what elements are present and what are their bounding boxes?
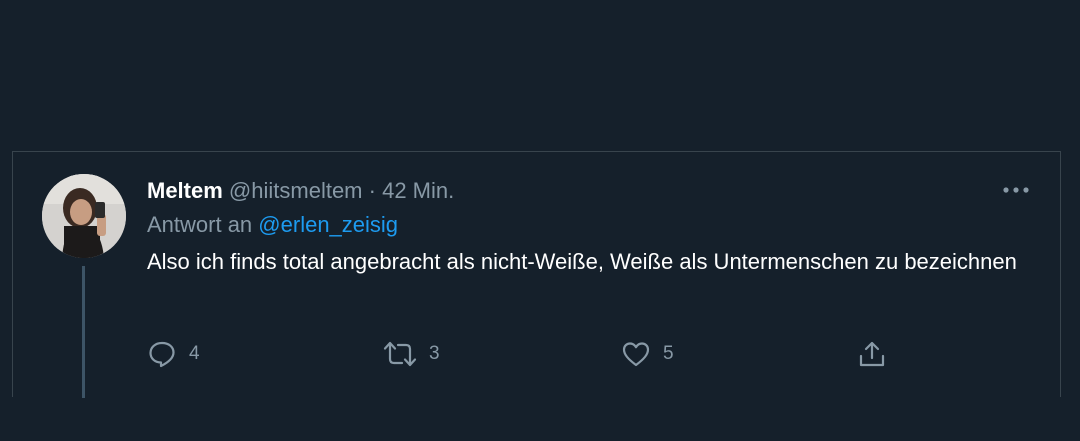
avatar-image — [42, 174, 126, 258]
thread-line — [82, 266, 85, 398]
separator: · — [368, 178, 376, 203]
like-button[interactable]: 5 — [621, 337, 674, 371]
tweet-text: Also ich finds total angebracht als nich… — [147, 249, 1017, 274]
reply-context: Antwort an @erlen_zeisig — [147, 210, 1047, 240]
tweet-actions: 4 3 5 — [147, 337, 907, 371]
page: Meltem @hiitsmeltem · 42 Min. Antwort an… — [0, 0, 1080, 441]
reply-icon — [149, 341, 175, 368]
more-horizontal-icon — [1003, 187, 1029, 193]
retweet-count: 3 — [429, 343, 440, 364]
heart-icon — [622, 342, 650, 367]
tweet-header: Meltem @hiitsmeltem · 42 Min. — [147, 176, 1047, 206]
reply-count: 4 — [189, 343, 200, 364]
retweet-icon — [383, 341, 417, 367]
retweet-button[interactable]: 3 — [383, 337, 440, 371]
tweet-card[interactable]: Meltem @hiitsmeltem · 42 Min. Antwort an… — [12, 151, 1061, 398]
reply-button[interactable]: 4 — [147, 337, 200, 371]
handle[interactable]: @hiitsmeltem — [229, 178, 363, 203]
avatar[interactable] — [42, 174, 126, 258]
share-button[interactable] — [857, 337, 887, 371]
reply-mention-link[interactable]: @erlen_zeisig — [258, 212, 398, 237]
like-count: 5 — [663, 343, 674, 364]
timestamp[interactable]: 42 Min. — [382, 178, 454, 203]
display-name[interactable]: Meltem — [147, 178, 223, 203]
more-options-button[interactable] — [1001, 180, 1031, 200]
reply-prefix: Antwort an — [147, 212, 253, 237]
tweet-content: Meltem @hiitsmeltem · 42 Min. Antwort an… — [147, 176, 1047, 278]
share-icon — [859, 341, 885, 367]
